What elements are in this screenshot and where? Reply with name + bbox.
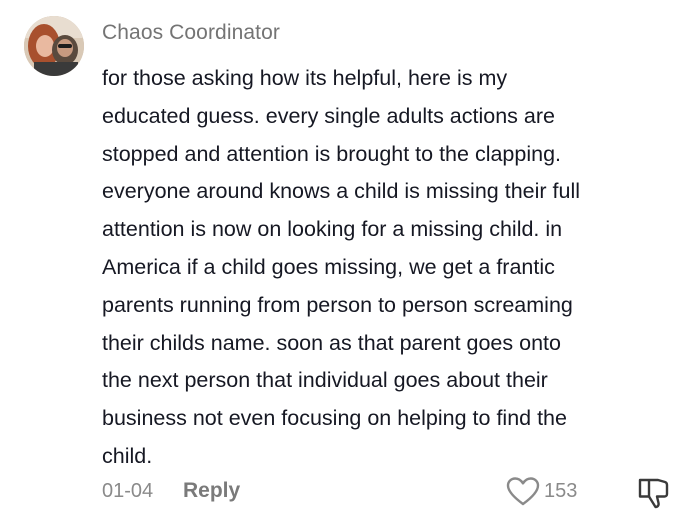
comment-text-line: their childs name. soon as that parent g… [102,330,561,355]
comment-text-line: parents running from person to person sc… [102,292,573,317]
comment-text-line: everyone around knows a child is missing… [102,179,581,204]
comment-date: 01-04 [102,480,154,502]
comment-text-line: educated guess. every single adults acti… [102,103,555,128]
comment-text-line: business not even focusing on helping to… [102,406,567,431]
dislike-button[interactable] [636,476,670,510]
thumbs-down-icon [638,478,669,509]
comment-text-line: stopped and attention is brought to the … [102,141,562,166]
user-avatar-photo [24,16,84,76]
like-count: 153 [544,480,578,502]
avatar[interactable] [24,16,84,76]
comment-item: Chaos Coordinator for those asking how i… [0,0,700,521]
like-button[interactable] [506,476,540,508]
reply-button[interactable]: Reply [183,479,240,503]
comment-text: for those asking how its helpful, here i… [102,60,692,476]
comment-text-line: child. [102,443,153,468]
comment-text-line: America if a child goes missing, we get … [102,254,555,279]
heart-icon [506,477,540,506]
comment-text-line: for those asking how its helpful, here i… [102,66,508,90]
username[interactable]: Chaos Coordinator [102,21,280,45]
comment-text-line: the next person that individual goes abo… [102,368,548,393]
comment-footer: 01-04 Reply 153 [102,476,692,510]
comment-text-line: attention is now on looking for a missin… [102,217,563,242]
